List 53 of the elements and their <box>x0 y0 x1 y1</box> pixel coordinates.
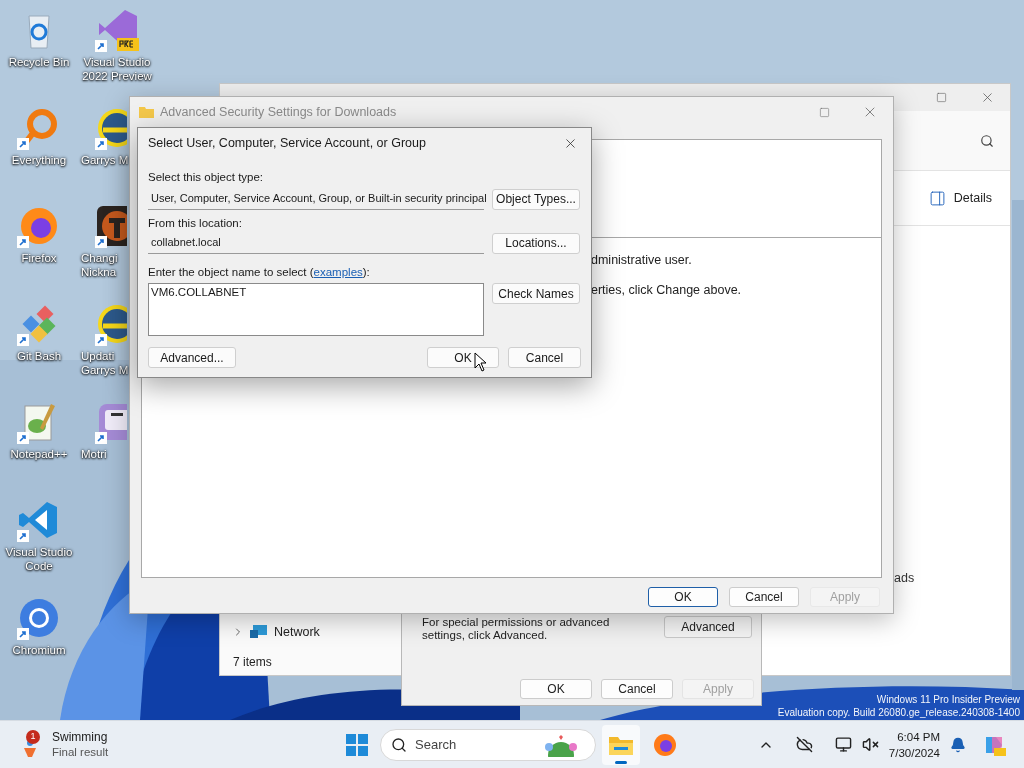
info-text: erties, click Change above. <box>591 283 743 297</box>
status-text: 7 items <box>232 654 273 671</box>
mouse-pointer-icon <box>474 352 487 372</box>
folder-icon <box>609 734 633 755</box>
cancel-button[interactable]: Cancel <box>508 347 581 368</box>
taskbar-app-button[interactable] <box>602 724 640 765</box>
widget-title: Swimming <box>52 729 108 745</box>
search-box[interactable]: Search <box>380 728 596 761</box>
field-label: Select this object type: <box>148 170 265 184</box>
object-name-field[interactable]: VM6.COLLABNET <box>148 283 484 336</box>
maximize-icon <box>818 106 830 118</box>
game-logo-icon[interactable] <box>95 204 127 248</box>
advanced-button[interactable]: Advanced... <box>148 347 236 368</box>
clock[interactable]: 6:04 PM 7/30/2024 <box>888 728 940 761</box>
maximize-icon <box>935 92 947 103</box>
network-icon <box>250 624 268 640</box>
dialog-button[interactable]: Cancel <box>729 587 799 607</box>
dialog-button[interactable]: OK <box>648 587 718 607</box>
window-title: Advanced Security Settings for Downloads <box>160 103 397 121</box>
advanced-hint-text: For special permissions or advanced settings, click Advanced. <box>421 616 611 642</box>
search-icon[interactable] <box>980 133 994 148</box>
locations-button[interactable]: Locations... <box>492 232 580 254</box>
examples-link[interactable]: examples <box>313 266 363 278</box>
field-label: From this location: <box>148 216 243 230</box>
object-types-button[interactable]: Object Types... <box>492 188 580 210</box>
dialog-button[interactable]: Cancel <box>601 679 673 699</box>
fox-globe-icon <box>653 732 677 757</box>
volume-muted-icon[interactable] <box>861 736 879 753</box>
watermark-text: Windows 11 Pro Insider Preview <box>876 693 1020 706</box>
dialog-button[interactable]: OK <box>520 679 592 699</box>
check-names-button[interactable]: Check Names <box>492 283 580 304</box>
ring-logo-icon[interactable] <box>17 596 61 640</box>
watermark-text: Evaluation copy. Build 26080.ge_release.240308-1400 <box>777 706 1020 719</box>
panel-icon <box>928 189 946 207</box>
cloud-off-icon[interactable] <box>795 736 813 753</box>
windows-logo-icon <box>346 733 368 756</box>
bell-icon[interactable] <box>950 736 966 753</box>
advanced-button[interactable]: Advanced <box>664 616 752 638</box>
notification-badge: 1 <box>26 729 40 744</box>
location-field: collabnet.local <box>148 232 484 254</box>
nav-item[interactable]: Network <box>220 621 402 643</box>
monitor-icon[interactable] <box>834 736 852 753</box>
folder-icon <box>139 106 154 118</box>
info-text: dministrative user. <box>591 253 693 267</box>
search-icon <box>391 736 407 753</box>
widget-subtitle: Final result <box>52 744 109 760</box>
object-type-field: User, Computer, Service Account, Group, or Built-in security principal <box>148 188 484 210</box>
field-label: Enter the object name to select (examples): <box>148 265 371 279</box>
weather-widget[interactable]: 1 Swimming Final result <box>20 729 109 760</box>
dialog-title: Select User, Computer, Service Account, or Group <box>148 135 426 153</box>
details-button[interactable]: Details <box>928 188 992 208</box>
item-label: ads <box>894 571 915 585</box>
ok-button[interactable]: OK <box>427 347 499 368</box>
